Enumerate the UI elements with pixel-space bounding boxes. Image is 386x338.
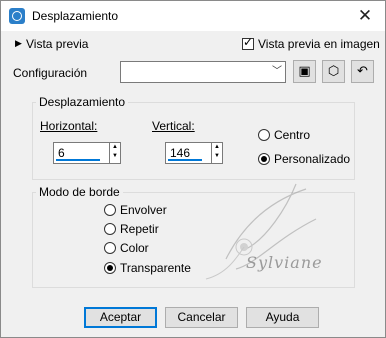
vertical-value[interactable]: 146 [170,146,190,160]
ok-button[interactable]: Aceptar [84,307,157,328]
preview-on-image-checkbox[interactable] [242,35,254,50]
transparente-radio[interactable] [104,262,116,274]
config-dropdown[interactable]: ﹀ [120,61,286,83]
border-group-label: Modo de borde [36,185,123,199]
centro-radio[interactable] [258,129,270,141]
close-icon[interactable]: ✕ [355,6,375,26]
vertical-spin-buttons[interactable]: ▲ ▼ [211,143,222,163]
envolver-label[interactable]: Envolver [120,203,167,217]
title-bar: Desplazamiento ✕ [1,1,385,31]
cancel-button[interactable]: Cancelar [165,307,238,328]
random-icon[interactable]: ⬡ [322,60,345,83]
transparente-label[interactable]: Transparente [120,261,191,275]
triangle-right-icon[interactable]: ▶ [15,38,22,49]
vertical-label: Vertical: [152,119,195,133]
dialog-window: Desplazamiento ✕ ▶ Vista previa Vista pr… [0,0,386,338]
help-button[interactable]: Ayuda [246,307,319,328]
save-preset-icon[interactable]: ▣ [293,60,316,83]
vertical-spinbox[interactable]: 146 ▲ ▼ [165,142,223,164]
preview-on-image-label[interactable]: Vista previa en imagen [258,37,380,51]
horizontal-spin-buttons[interactable]: ▲ ▼ [109,143,120,163]
horizontal-value[interactable]: 6 [58,146,65,160]
config-label: Configuración [13,66,88,80]
repetir-radio[interactable] [104,223,116,235]
reset-icon[interactable]: ↶ [351,60,374,83]
preview-toggle-label[interactable]: Vista previa [26,37,88,51]
personalizado-radio[interactable] [258,153,270,165]
watermark-text: Sylviane [246,253,323,272]
input-underline [168,159,202,161]
repetir-label[interactable]: Repetir [120,222,159,236]
horizontal-spinbox[interactable]: 6 ▲ ▼ [53,142,121,164]
watermark-flourish [205,183,317,280]
chevron-down-icon[interactable]: ﹀ [269,62,285,82]
color-label[interactable]: Color [120,241,149,255]
offset-group-label: Desplazamiento [36,95,129,109]
personalizado-label[interactable]: Personalizado [274,152,350,166]
window-title: Desplazamiento [32,9,119,23]
envolver-radio[interactable] [104,204,116,216]
centro-label[interactable]: Centro [274,128,310,142]
color-radio[interactable] [104,242,116,254]
app-icon [9,8,25,24]
input-underline [56,159,100,161]
horizontal-label: Horizontal: [40,119,98,133]
